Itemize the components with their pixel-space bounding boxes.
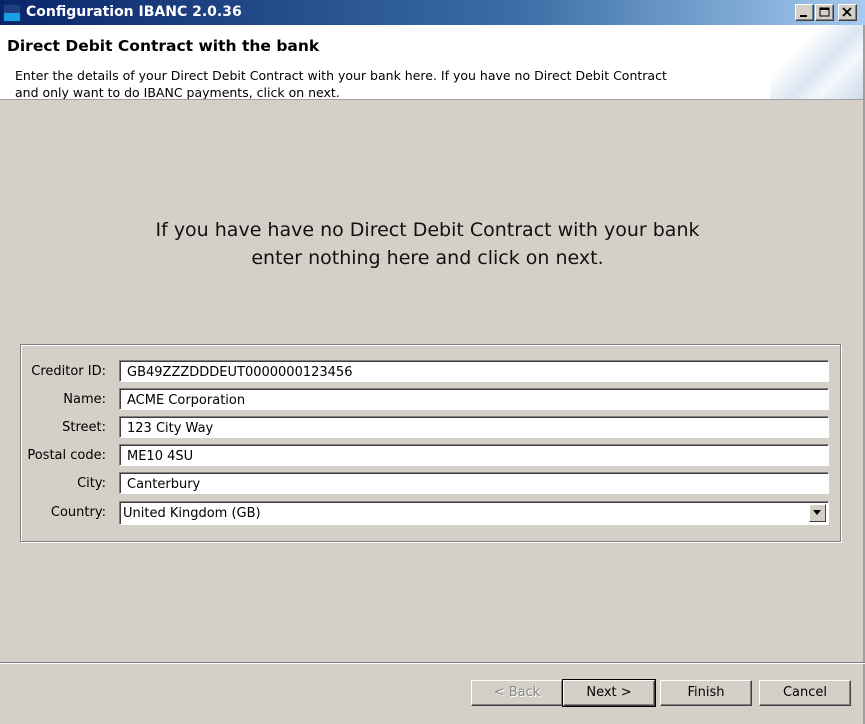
cancel-button[interactable]: Cancel (759, 680, 851, 706)
header-decoration (770, 25, 865, 99)
chevron-down-icon (813, 510, 821, 515)
maximize-icon (819, 7, 830, 17)
button-separator (0, 662, 865, 664)
name-field[interactable] (119, 388, 829, 410)
country-row: Country: United Kingdom (GB) (21, 501, 842, 525)
close-icon (842, 7, 852, 17)
page-title: Direct Debit Contract with the bank (7, 37, 320, 55)
creditor-id-label: Creditor ID: (31, 364, 106, 379)
close-button[interactable] (838, 4, 857, 21)
minimize-button[interactable] (795, 4, 814, 21)
country-select[interactable]: United Kingdom (GB) (119, 501, 829, 525)
wizard-header: Direct Debit Contract with the bank Ente… (0, 25, 865, 100)
name-row: Name: (21, 388, 842, 412)
country-value: United Kingdom (GB) (123, 506, 261, 521)
app-icon (3, 4, 21, 22)
city-label: City: (77, 476, 106, 491)
maximize-button[interactable] (815, 4, 834, 21)
street-label: Street: (62, 420, 106, 435)
finish-button[interactable]: Finish (660, 680, 752, 706)
window-title: Configuration IBANC 2.0.36 (26, 4, 242, 20)
creditor-id-row: Creditor ID: (21, 360, 842, 384)
name-label: Name: (63, 392, 106, 407)
contract-form: Creditor ID: Name: Street: Postal code: … (20, 344, 841, 542)
postal-code-row: Postal code: (21, 444, 842, 468)
street-row: Street: (21, 416, 842, 440)
city-field[interactable] (119, 472, 829, 494)
back-button[interactable]: < Back (471, 680, 563, 706)
country-dropdown-button[interactable] (809, 504, 826, 522)
creditor-id-field[interactable] (119, 360, 829, 382)
city-row: City: (21, 472, 842, 496)
country-label: Country: (50, 505, 106, 520)
next-button[interactable]: Next > (562, 679, 656, 707)
title-bar[interactable]: Configuration IBANC 2.0.36 (0, 0, 865, 25)
postal-code-label: Postal code: (27, 448, 106, 463)
notice-text: If you have have no Direct Debit Contrac… (155, 219, 700, 269)
postal-code-field[interactable] (119, 444, 829, 466)
page-description: Enter the details of your Direct Debit C… (15, 68, 667, 100)
street-field[interactable] (119, 416, 829, 438)
minimize-icon (800, 15, 807, 17)
